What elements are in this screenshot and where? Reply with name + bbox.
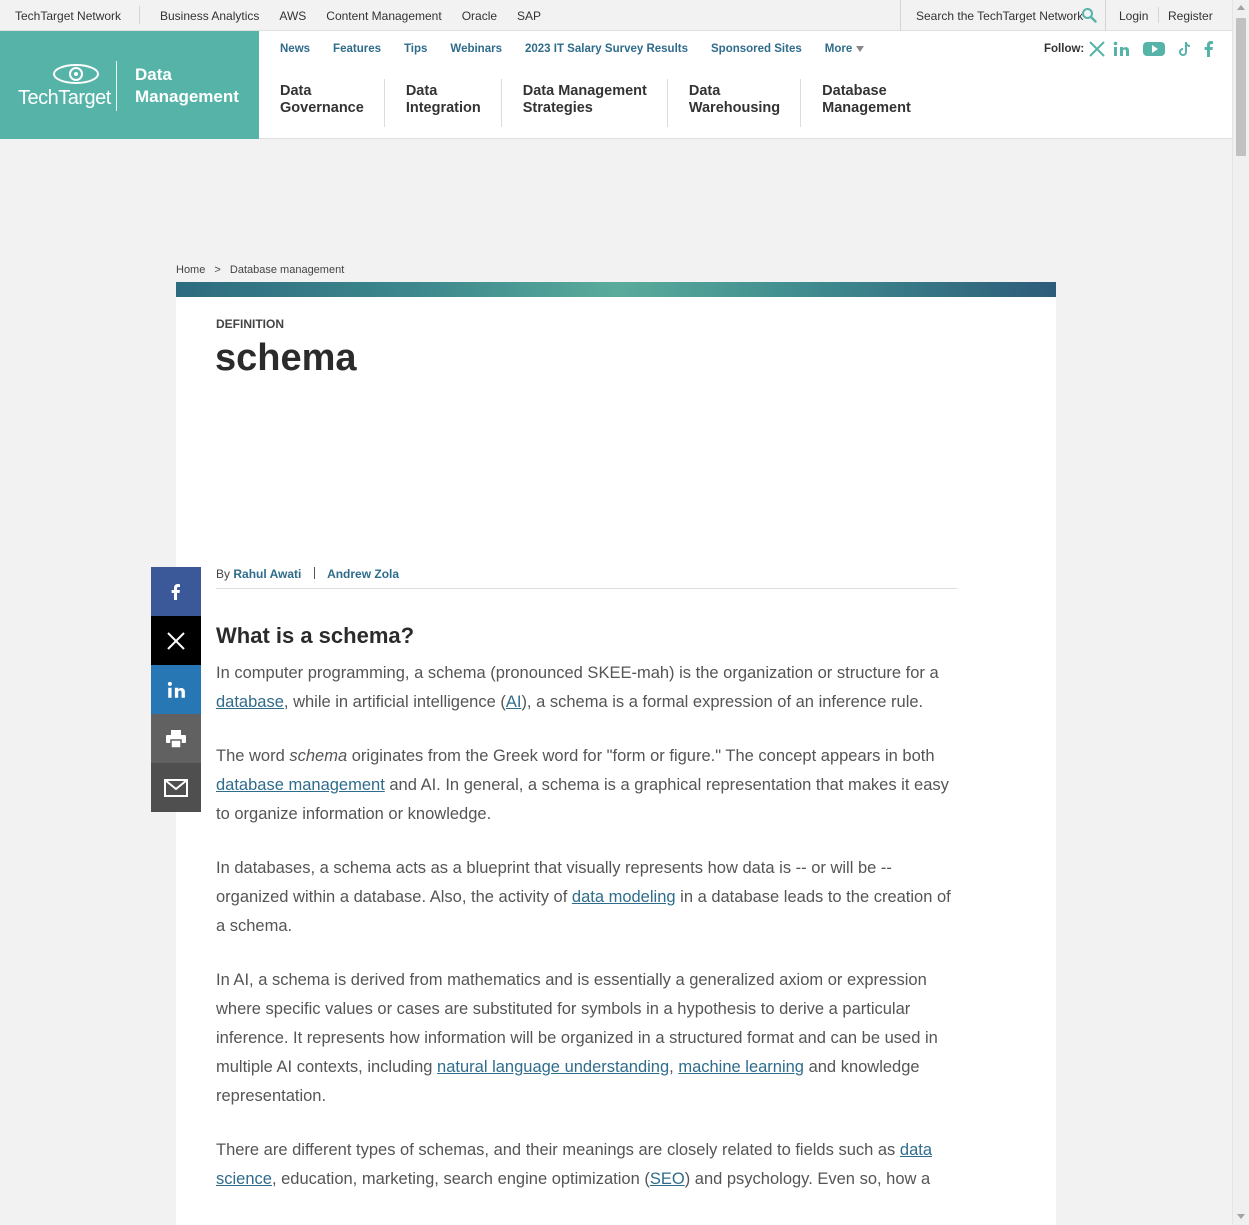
logo-divider (116, 61, 117, 111)
breadcrumb-home[interactable]: Home (176, 264, 205, 276)
vertical-scrollbar[interactable] (1232, 0, 1249, 1225)
divider (313, 567, 315, 579)
page-title: schema (215, 337, 357, 379)
breadcrumb: Home > Database management (176, 264, 350, 276)
paragraph: In databases, a schema acts as a bluepri… (216, 859, 951, 935)
register-link[interactable]: Register (1168, 9, 1213, 23)
site-header: TechTarget Data Management News Features… (0, 31, 1232, 139)
scrollbar-thumb[interactable] (1236, 18, 1246, 156)
article-card: DEFINITION schema By Rahul Awati Andrew … (176, 297, 1056, 1225)
search-icon[interactable] (1081, 7, 1097, 23)
link-seo[interactable]: SEO (650, 1170, 685, 1188)
scroll-down-icon[interactable] (1237, 1214, 1245, 1219)
share-rail (151, 567, 201, 812)
techtarget-eye-icon (53, 64, 99, 84)
topic-data-management-strategies[interactable]: Data Management Strategies (502, 79, 668, 127)
byline-prefix: By (216, 567, 231, 581)
topic-data-integration[interactable]: Data Integration (385, 79, 502, 127)
topic-database-management[interactable]: Database Management (801, 79, 931, 127)
linkedin-icon (167, 681, 185, 698)
print-icon (166, 729, 186, 749)
divider (1158, 7, 1159, 23)
youtube-icon[interactable] (1142, 40, 1166, 58)
email-icon (164, 778, 188, 797)
network-site-link[interactable]: Content Management (326, 9, 441, 23)
byline: By Rahul Awati Andrew Zola (216, 567, 957, 589)
nav-tips[interactable]: Tips (404, 43, 427, 55)
topic-data-warehousing[interactable]: Data Warehousing (668, 79, 802, 127)
linkedin-icon[interactable] (1112, 40, 1130, 58)
article-body: In computer programming, a schema (prono… (216, 659, 958, 1219)
breadcrumb-separator: > (214, 264, 221, 276)
paragraph: In computer programming, a schema (prono… (216, 664, 939, 711)
topic-navigation: Data Governance Data Integration Data Mana… (259, 79, 931, 131)
divider (139, 6, 140, 24)
link-database-management[interactable]: database management (216, 776, 385, 794)
facebook-icon (171, 583, 180, 600)
network-site-link[interactable]: Oracle (462, 9, 497, 23)
search-input[interactable]: Search the TechTarget Network (916, 9, 1083, 23)
paragraph: The word schema originates from the Gree… (216, 747, 949, 823)
network-brand-link[interactable]: TechTarget Network (15, 9, 121, 23)
link-database[interactable]: database (216, 693, 284, 711)
logo-text: TechTarget (18, 87, 111, 109)
sub-navigation: News Features Tips Webinars 2023 IT Sala… (280, 43, 887, 55)
print-button[interactable] (151, 714, 201, 763)
site-name: Data Management (135, 65, 239, 106)
tiktok-icon[interactable] (1176, 40, 1194, 58)
nav-features[interactable]: Features (333, 43, 381, 55)
follow-label: Follow: (1044, 43, 1085, 55)
x-icon[interactable] (1088, 40, 1106, 58)
site-logo[interactable]: TechTarget Data Management (0, 31, 259, 139)
paragraph: There are different types of schemas, an… (216, 1141, 933, 1188)
link-natural-language-understanding[interactable]: natural language understanding (437, 1058, 669, 1076)
x-icon (167, 631, 185, 650)
share-facebook-button[interactable] (151, 567, 201, 616)
facebook-icon[interactable] (1200, 40, 1218, 58)
chevron-down-icon (856, 45, 865, 52)
author-link[interactable]: Rahul Awati (233, 567, 301, 581)
breadcrumb-current[interactable]: Database management (230, 264, 344, 276)
nav-webinars[interactable]: Webinars (450, 43, 502, 55)
login-link[interactable]: Login (1119, 9, 1148, 23)
network-site-link[interactable]: Business Analytics (160, 9, 259, 23)
network-sites: Business Analytics AWS Content Managemen… (160, 9, 541, 23)
share-x-button[interactable] (151, 616, 201, 665)
share-linkedin-button[interactable] (151, 665, 201, 714)
topic-data-governance[interactable]: Data Governance (259, 79, 385, 127)
link-ai[interactable]: AI (506, 693, 522, 711)
article-type-label: DEFINITION (216, 317, 284, 331)
author-link[interactable]: Andrew Zola (327, 567, 399, 581)
section-heading: What is a schema? (216, 623, 415, 648)
nav-sponsored-sites[interactable]: Sponsored Sites (711, 43, 802, 55)
link-data-modeling[interactable]: data modeling (572, 888, 676, 906)
article-accent-bar (176, 282, 1056, 297)
share-email-button[interactable] (151, 763, 201, 812)
paragraph: In AI, a schema is derived from mathemat… (216, 971, 938, 1105)
link-machine-learning[interactable]: machine learning (678, 1058, 804, 1076)
network-bar: TechTarget Network Business Analytics AW… (0, 0, 1232, 31)
network-site-link[interactable]: AWS (279, 9, 306, 23)
scroll-up-icon[interactable] (1237, 5, 1245, 10)
network-site-link[interactable]: SAP (517, 9, 541, 23)
network-search-box[interactable]: Search the TechTarget Network (900, 0, 1106, 31)
nav-salary-survey[interactable]: 2023 IT Salary Survey Results (525, 43, 688, 55)
nav-news[interactable]: News (280, 43, 310, 55)
nav-more[interactable]: More (825, 43, 865, 55)
